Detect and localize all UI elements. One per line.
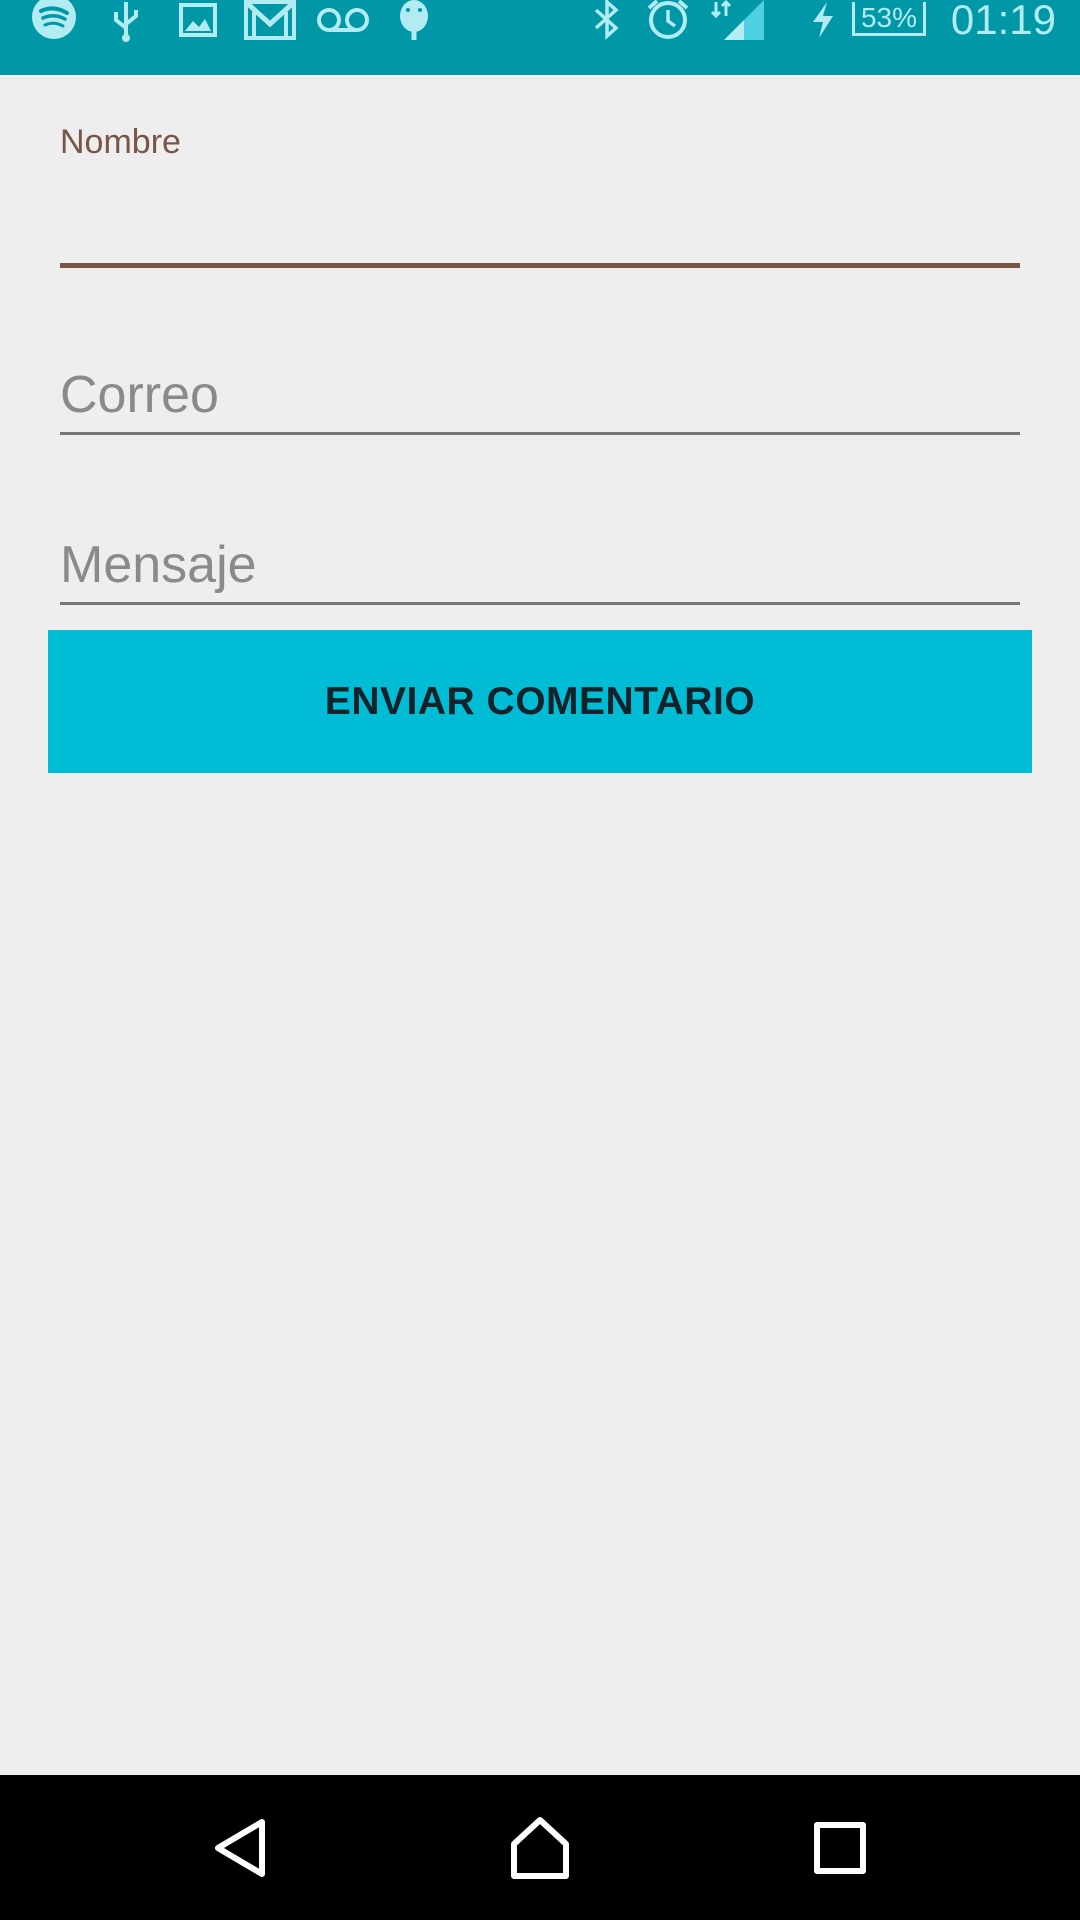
correo-underline: [60, 432, 1020, 435]
battery-icon: 53%: [852, 2, 926, 36]
recents-icon[interactable]: [780, 1775, 900, 1920]
mensaje-input[interactable]: [60, 515, 1020, 615]
nombre-field[interactable]: Nombre: [60, 75, 1020, 275]
mensaje-field[interactable]: [60, 515, 1020, 625]
correo-input[interactable]: [60, 345, 1020, 445]
charging-icon: [808, 0, 838, 40]
status-bar: 53% 01:19: [0, 0, 1080, 75]
android-debug-icon: [396, 0, 432, 40]
battery-percent: 53%: [860, 2, 918, 33]
correo-field[interactable]: [60, 345, 1020, 455]
voicemail-icon: [316, 0, 370, 40]
nombre-underline: [60, 263, 1020, 268]
home-icon[interactable]: [480, 1775, 600, 1920]
enviar-comentario-button[interactable]: ENVIAR COMENTARIO: [48, 630, 1032, 773]
nombre-input[interactable]: [60, 175, 1020, 255]
bluetooth-icon: [590, 0, 624, 40]
signal-icon: [708, 0, 768, 40]
nombre-label: Nombre: [60, 123, 181, 161]
navigation-bar: [0, 1775, 1080, 1920]
image-icon: [178, 0, 218, 40]
alarm-icon: [644, 0, 692, 40]
gmail-icon: [244, 0, 296, 40]
usb-icon: [106, 0, 146, 42]
status-clock: 01:19: [950, 0, 1056, 43]
spotify-icon: [30, 0, 78, 40]
mensaje-underline: [60, 602, 1020, 605]
back-icon[interactable]: [180, 1775, 300, 1920]
